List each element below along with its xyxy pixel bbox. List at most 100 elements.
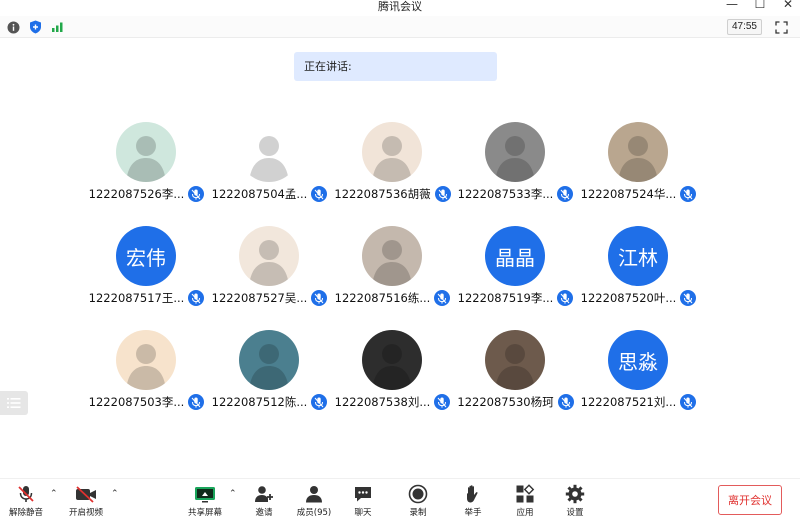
raise-hand-button[interactable]: 举手 [451,483,495,518]
record-icon [406,483,430,505]
participant-name: 1222087516练... [334,291,431,305]
mic-icon [557,394,574,410]
camera-off-icon [74,483,98,505]
mic-icon [557,290,574,306]
participant-name-row: 1222087524华... [577,186,700,202]
participant-tile[interactable]: 1222087516练... [331,222,454,326]
members-button[interactable]: 成员(95) [292,483,336,518]
participant-name: 1222087536胡薇 [334,187,431,201]
participant-name-row: 1222087536胡薇 [331,186,454,202]
maximize-button[interactable]: ☐ [754,0,766,11]
video-options-caret[interactable]: ⌃ [111,489,119,499]
participant-name-row: 1222087527吴... [208,290,331,306]
mic-icon [557,186,574,202]
meeting-toolbar: 解除静音 ⌃ 开启视频 ⌃ 共享屏幕 ⌃ 邀请 成员(95) 聊天 录制 举手 … [0,478,800,521]
chat-button[interactable]: 聊天 [341,483,385,518]
avatar-image [239,226,299,286]
avatar-image [239,122,299,182]
participant-tile[interactable]: 晶晶 1222087519李... [454,222,577,326]
meeting-timer: 47:55 [726,19,762,35]
participant-name-row: 1222087538刘... [331,394,454,410]
info-icon[interactable] [6,20,20,34]
avatar-image [362,226,422,286]
avatar-image [608,122,668,182]
participant-name: 1222087526李... [88,187,185,201]
mic-icon [311,290,328,306]
participant-name-row: 1222087521刘... [577,394,700,410]
signal-icon[interactable] [50,20,64,34]
participant-tile[interactable]: 思淼 1222087521刘... [577,326,700,430]
participant-tile[interactable]: 宏伟 1222087517王... [85,222,208,326]
unmute-button[interactable]: 解除静音 [4,483,48,518]
avatar-image [485,330,545,390]
avatar: 江林 [608,226,668,286]
mic-icon [188,186,205,202]
participant-name-row: 1222087516练... [331,290,454,306]
close-button[interactable]: ✕ [782,0,794,11]
record-button[interactable]: 录制 [396,483,440,518]
leave-meeting-button[interactable]: 离开会议 [718,485,782,515]
invite-icon [252,483,276,505]
participant-tile[interactable]: 1222087503李... [85,326,208,430]
apps-button[interactable]: 应用 [503,483,547,518]
participant-name: 1222087538刘... [334,395,431,409]
participant-tile[interactable]: 1222087538刘... [331,326,454,430]
avatar: 宏伟 [116,226,176,286]
participant-name-row: 1222087503李... [85,394,208,410]
avatar-image [239,330,299,390]
participant-name-row: 1222087504孟... [208,186,331,202]
avatar-image [485,122,545,182]
participant-grid: 1222087526李... 1222087504孟... 1222087536胡薇… [85,118,705,430]
avatar-image [116,122,176,182]
share-options-caret[interactable]: ⌃ [229,489,237,499]
apps-icon [513,483,537,505]
mic-icon [434,290,451,306]
meeting-info-bar: 47:55 [0,16,800,38]
settings-button[interactable]: 设置 [553,483,597,518]
participant-name: 1222087520叶... [580,291,677,305]
list-icon [7,398,21,408]
mic-icon [434,186,451,202]
hand-icon [461,483,485,505]
participant-tile[interactable]: 1222087533李... [454,118,577,222]
participant-name: 1222087530杨珂 [457,395,554,409]
scrollbar[interactable] [790,40,800,480]
participant-tile[interactable]: 1222087527吴... [208,222,331,326]
audio-options-caret[interactable]: ⌃ [50,489,58,499]
invite-button[interactable]: 邀请 [242,483,286,518]
mic-icon [188,394,205,410]
participant-tile[interactable]: 江林 1222087520叶... [577,222,700,326]
avatar-image [362,122,422,182]
participant-tile[interactable]: 1222087512陈... [208,326,331,430]
fullscreen-icon[interactable] [774,20,788,34]
participant-name-row: 1222087512陈... [208,394,331,410]
participant-name: 1222087503李... [88,395,185,409]
speaking-indicator: 正在讲话: [294,52,497,81]
mic-icon [188,290,205,306]
participant-name-row: 1222087517王... [85,290,208,306]
mic-icon [680,290,697,306]
participant-name: 1222087521刘... [580,395,677,409]
participant-tile[interactable]: 1222087530杨珂 [454,326,577,430]
minimize-button[interactable]: — [726,0,738,11]
mic-muted-icon [14,483,38,505]
avatar-image [116,330,176,390]
mic-icon [680,186,697,202]
participant-tile[interactable]: 1222087536胡薇 [331,118,454,222]
shield-icon[interactable] [28,20,42,34]
participant-name: 1222087517王... [88,291,185,305]
participant-name: 1222087524华... [580,187,677,201]
mic-icon [434,394,451,410]
participant-tile[interactable]: 1222087524华... [577,118,700,222]
window-title: 腾讯会议 [378,0,422,13]
mic-icon [680,394,697,410]
gear-icon [563,483,587,505]
participant-name: 1222087512陈... [211,395,308,409]
participant-tile[interactable]: 1222087504孟... [208,118,331,222]
participant-tile[interactable]: 1222087526李... [85,118,208,222]
participant-name-row: 1222087520叶... [577,290,700,306]
start-video-button[interactable]: 开启视频 [64,483,108,518]
participant-name-row: 1222087519李... [454,290,577,306]
share-screen-button[interactable]: 共享屏幕 [183,483,227,518]
list-toggle-button[interactable] [0,391,28,415]
